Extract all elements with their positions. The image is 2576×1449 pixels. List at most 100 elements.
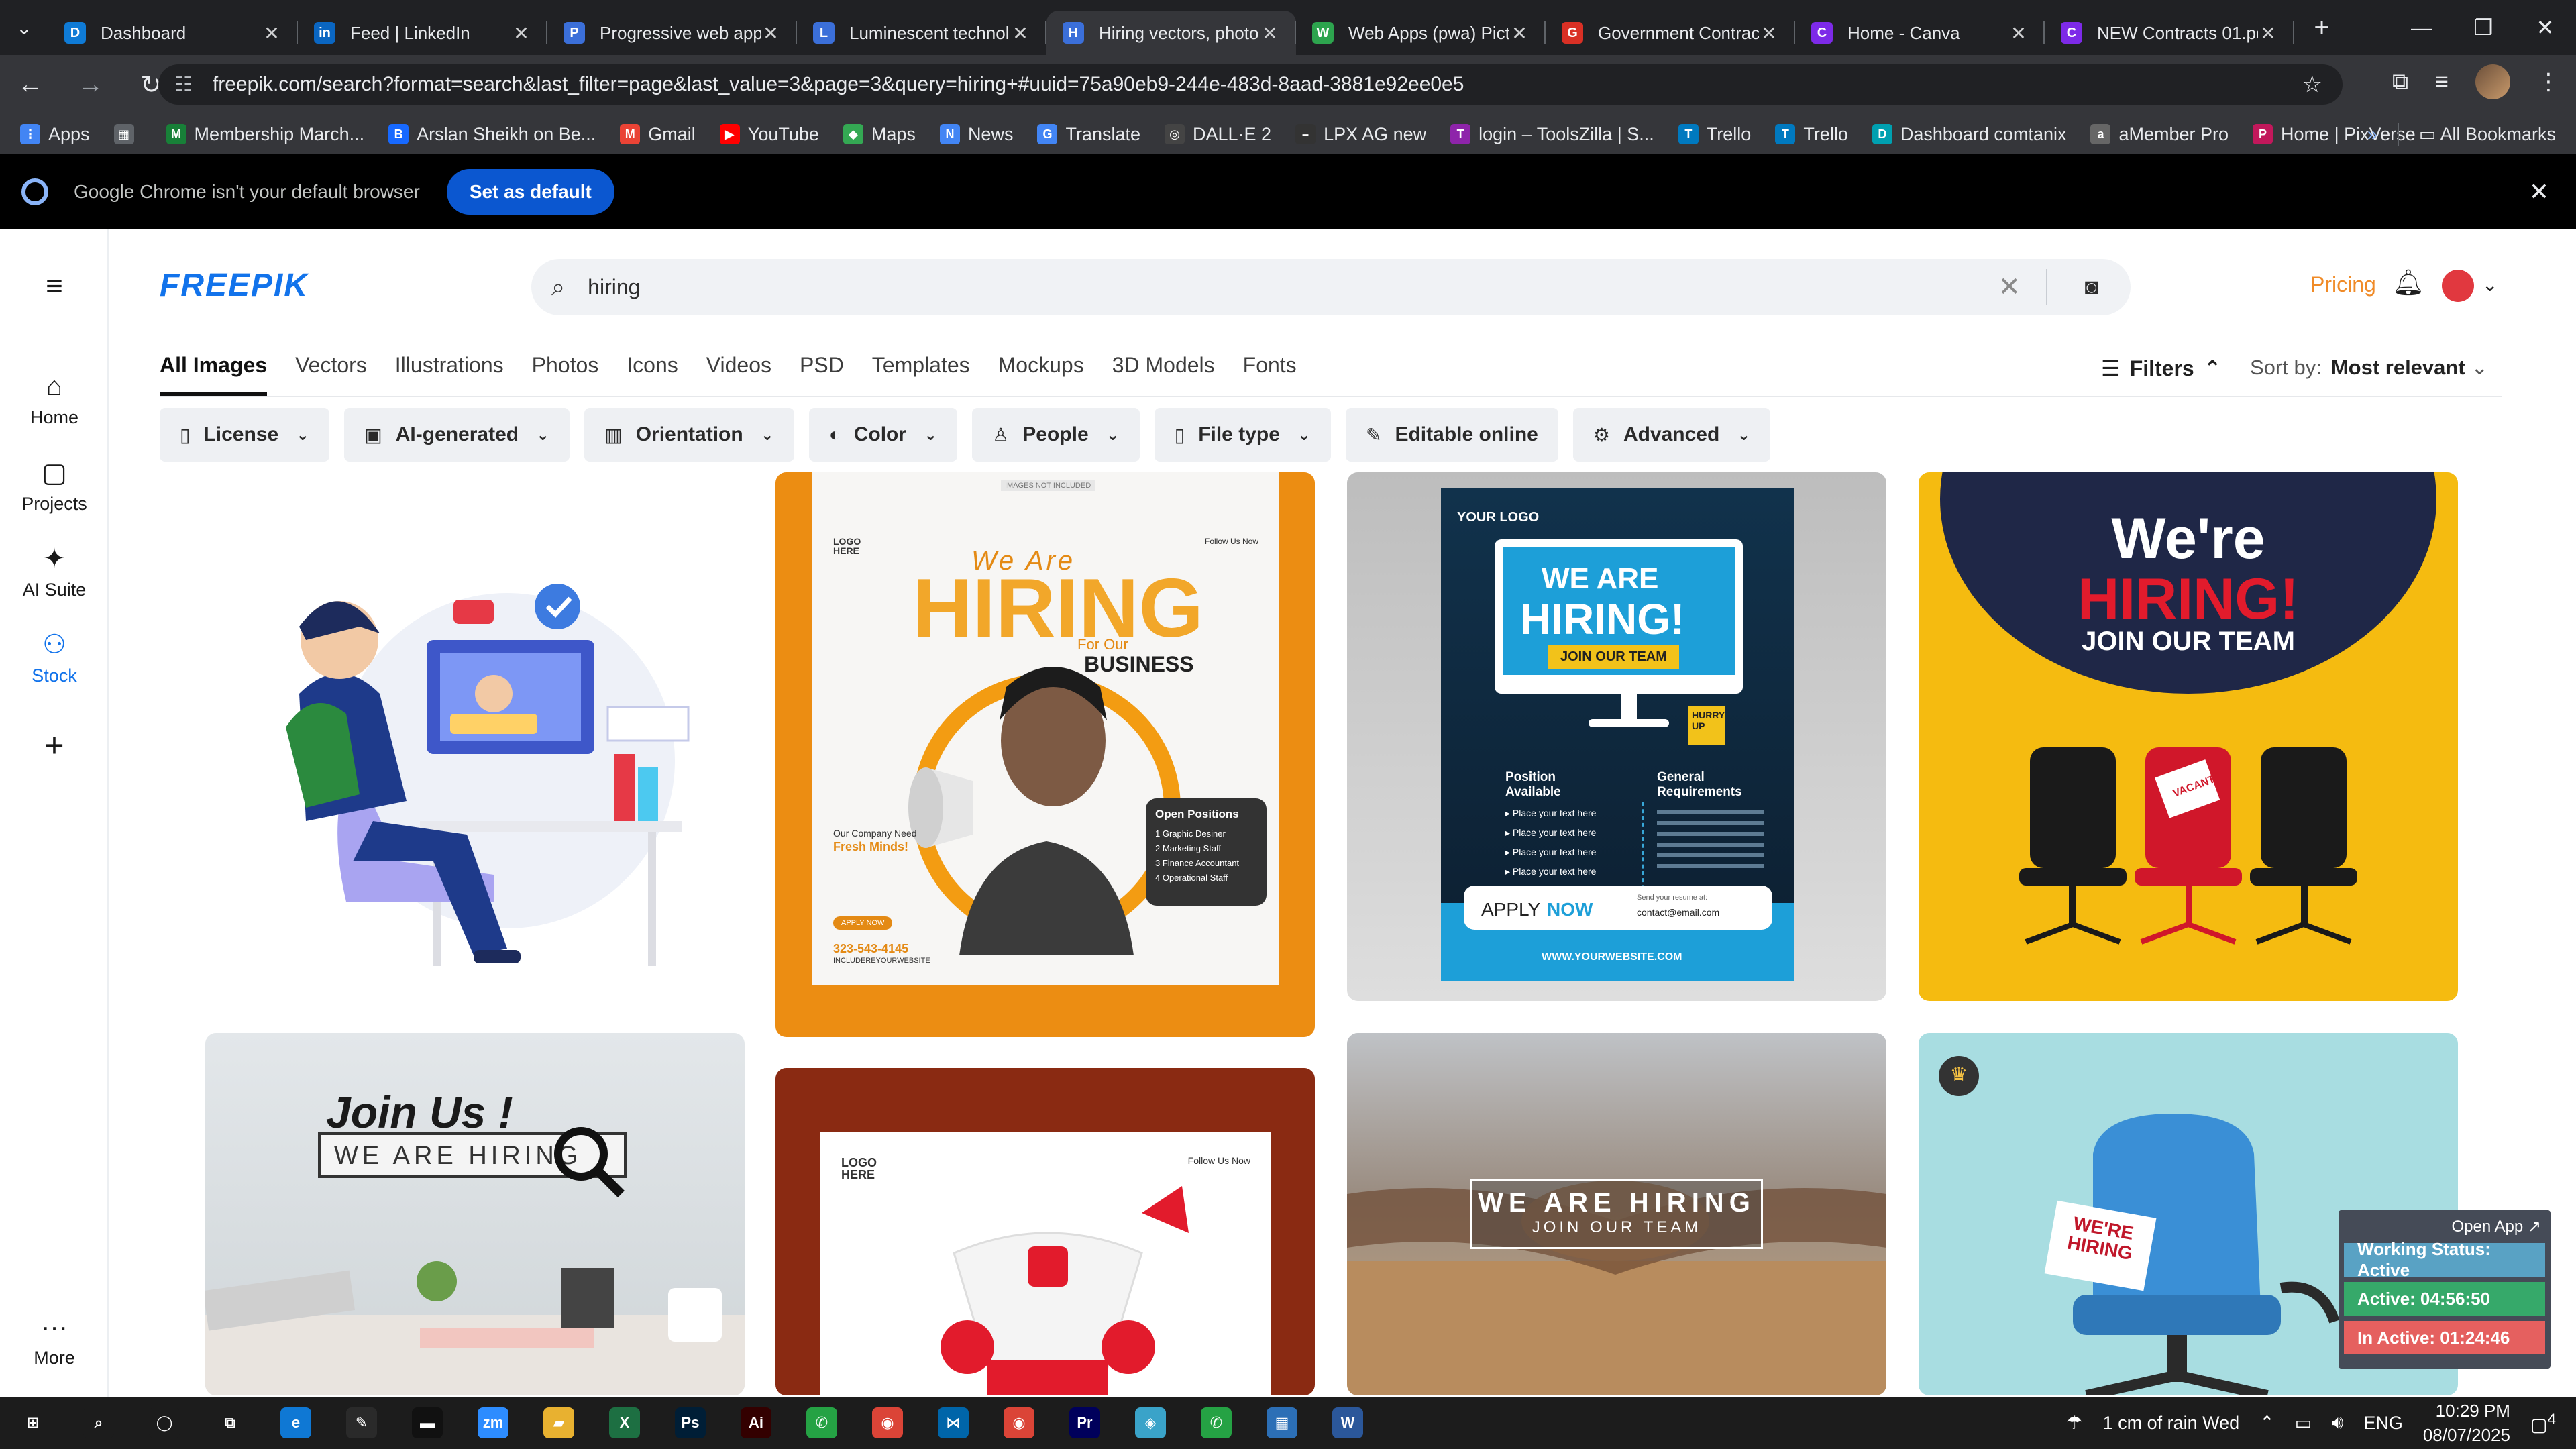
chevron-up-icon[interactable]: ⌃	[2259, 1413, 2275, 1434]
close-window-button[interactable]: ✕	[2514, 0, 2576, 55]
taskbar-calculator[interactable]: ▦	[1249, 1407, 1315, 1438]
tab-3[interactable]: P Progressive web app ✕	[547, 11, 797, 55]
filter-chip-people[interactable]: ♙ People ⌄	[972, 408, 1140, 462]
notification-icon[interactable]: ▢4	[2530, 1411, 2556, 1436]
bookmark-item[interactable]: T Trello	[1678, 124, 1751, 145]
pricing-link[interactable]: Pricing	[2310, 272, 2376, 297]
taskbar-word[interactable]: W	[1315, 1407, 1381, 1438]
taskbar-explorer[interactable]: ▰	[526, 1407, 592, 1438]
address-bar[interactable]: ☷ freepik.com/search?format=search&last_…	[158, 64, 2343, 105]
tab-photos[interactable]: Photos	[532, 353, 599, 396]
close-tab-icon[interactable]: ✕	[262, 22, 282, 44]
taskbar-terminal[interactable]: ▬	[394, 1407, 460, 1438]
taskbar-vscode[interactable]: ⋈	[920, 1407, 986, 1438]
network-icon[interactable]: ▭	[2295, 1413, 2312, 1434]
tab-fonts[interactable]: Fonts	[1243, 353, 1297, 396]
language-indicator[interactable]: ENG	[2363, 1413, 2403, 1434]
bookmark-item[interactable]: ◎ DALL·E 2	[1165, 124, 1271, 145]
sidebar-item-more[interactable]: ··· More	[0, 1312, 109, 1368]
tab-search-icon[interactable]: ⌄	[0, 0, 48, 55]
tab-vectors[interactable]: Vectors	[295, 353, 367, 396]
tab-all-images[interactable]: All Images	[160, 353, 268, 396]
filter-chip-ai-generated[interactable]: ▣ AI-generated ⌄	[344, 408, 570, 462]
result-card-hiring-flyer-orange[interactable]: IMAGES NOT INCLUDED LOGO HERE Follow Us …	[775, 472, 1315, 1037]
chrome-menu-icon[interactable]: ⋮	[2537, 68, 2560, 95]
close-tab-icon[interactable]: ✕	[511, 22, 531, 44]
taskbar-edge[interactable]: e	[263, 1407, 329, 1438]
clear-search-icon[interactable]: ✕	[1998, 272, 2021, 303]
bookmark-item[interactable]: T Trello	[1775, 124, 1848, 145]
bookmark-item[interactable]: D Dashboard comtanix	[1872, 124, 2066, 145]
sort-dropdown[interactable]: Sort by: Most relevant ⌄	[2250, 356, 2488, 380]
bookmark-item[interactable]: – LPX AG new	[1295, 124, 1426, 145]
chevron-down-icon[interactable]: ⌄	[2482, 274, 2498, 296]
bookmark-item[interactable]: ◆ Maps	[843, 124, 916, 145]
bookmark-item[interactable]: ▶ YouTube	[719, 124, 819, 145]
result-card-illustration[interactable]	[205, 472, 745, 1002]
sidebar-item-projects[interactable]: ▢ Projects	[0, 458, 109, 515]
tab-videos[interactable]: Videos	[706, 353, 771, 396]
new-tab-button[interactable]: +	[2298, 13, 2345, 43]
search-input[interactable]: ⌕ hiring ✕ ◙	[531, 259, 2131, 315]
taskbar-zoom[interactable]: zm	[460, 1407, 526, 1438]
back-button[interactable]: ←	[0, 70, 60, 99]
user-avatar[interactable]	[2442, 270, 2474, 302]
taskbar-app-blue[interactable]: ◈	[1118, 1407, 1183, 1438]
bookmark-item[interactable]: a aMember Pro	[2090, 124, 2229, 145]
minimize-button[interactable]: —	[2391, 0, 2453, 55]
tab-psd[interactable]: PSD	[800, 353, 844, 396]
filter-chip-color[interactable]: ◐ Color ⌄	[808, 408, 958, 462]
result-card-hiring-chairs[interactable]: We're HIRING! JOIN OUR TEAM VACANT	[1919, 472, 2458, 1001]
taskbar-pen[interactable]: ✎	[329, 1407, 394, 1438]
close-tab-icon[interactable]: ✕	[761, 22, 781, 44]
profile-avatar[interactable]	[2475, 64, 2510, 99]
result-card-join-us[interactable]: Join Us ! WE ARE HIRING	[205, 1033, 745, 1395]
tab-icons[interactable]: Icons	[627, 353, 678, 396]
close-tab-icon[interactable]: ✕	[1759, 22, 1779, 44]
close-tab-icon[interactable]: ✕	[1010, 22, 1030, 44]
filter-chip-advanced[interactable]: ⚙ Advanced ⌄	[1572, 408, 1771, 462]
bookmark-item[interactable]: M Membership March...	[166, 124, 364, 145]
result-card-hiring-flyer-blue[interactable]: YOUR LOGO WE ARE HIRING! JOIN OUR TEAM H…	[1347, 472, 1886, 1001]
close-tab-icon[interactable]: ✕	[1260, 22, 1280, 44]
close-tab-icon[interactable]: ✕	[2008, 22, 2029, 44]
camera-search-icon[interactable]: ◙	[2084, 274, 2098, 301]
bell-icon[interactable]: 🔔︎	[2392, 268, 2424, 298]
bookmark-star-icon[interactable]: ☆	[2302, 71, 2322, 98]
filter-chip-license[interactable]: ▯ License ⌄	[160, 408, 330, 462]
bookmark-item[interactable]: B Arslan Sheikh on Be...	[388, 124, 596, 145]
tab-1[interactable]: D Dashboard ✕	[48, 11, 298, 55]
taskbar-phone2[interactable]: ✆	[1183, 1407, 1249, 1438]
bookmark-item[interactable]: G Translate	[1037, 124, 1140, 145]
sidebar-item-ai-suite[interactable]: ✦ AI Suite	[0, 543, 109, 600]
restore-button[interactable]: ❐	[2453, 0, 2514, 55]
bookmark-item[interactable]: Tlogin – ToolsZilla | S...	[1450, 124, 1654, 145]
sidebar-item-home[interactable]: ⌂ Home	[0, 372, 109, 428]
taskbar-chrome-active[interactable]: ◉	[986, 1407, 1052, 1438]
tab-2[interactable]: in Feed | LinkedIn ✕	[298, 11, 547, 55]
result-card-handshake[interactable]: WE ARE HIRING JOIN OUR TEAM	[1347, 1033, 1886, 1395]
close-infobar-icon[interactable]: ✕	[2529, 178, 2549, 206]
bookmark-item[interactable]: N News	[939, 124, 1013, 145]
set-default-button[interactable]: Set as default	[446, 169, 614, 215]
taskbar-photoshop[interactable]: Ps	[657, 1407, 723, 1438]
filter-chip-orientation[interactable]: ▥ Orientation ⌄	[584, 408, 794, 462]
tab-5[interactable]: H Hiring vectors, photo ✕	[1046, 11, 1296, 55]
weather-text[interactable]: 1 cm of rain Wed	[2103, 1413, 2240, 1434]
tab-9[interactable]: C NEW Contracts 01.pd ✕	[2045, 11, 2294, 55]
freepik-logo[interactable]: FREEPIK	[160, 267, 309, 304]
close-tab-icon[interactable]: ✕	[2258, 22, 2278, 44]
taskbar-chrome[interactable]: ◉	[855, 1407, 920, 1438]
bookmark-item[interactable]: ⋮ Apps	[20, 124, 90, 145]
tab-6[interactable]: W Web Apps (pwa) Pict ✕	[1296, 11, 1546, 55]
taskbar-task-view[interactable]: ⧉	[197, 1407, 263, 1438]
filter-chip-file-type[interactable]: ▯ File type ⌄	[1154, 408, 1331, 462]
hamburger-menu-icon[interactable]: ≡	[0, 270, 109, 303]
tab-8[interactable]: C Home - Canva ✕	[1795, 11, 2045, 55]
tab-4[interactable]: L Luminescent technolo ✕	[797, 11, 1046, 55]
taskbar-illustrator[interactable]: Ai	[723, 1407, 789, 1438]
taskbar-start[interactable]: ⊞	[0, 1407, 66, 1438]
result-card-hiring-megaphone[interactable]: LOGO HERE Follow Us Now	[775, 1068, 1315, 1395]
forward-button[interactable]: →	[60, 70, 121, 99]
site-info-icon[interactable]: ☷	[174, 73, 193, 97]
